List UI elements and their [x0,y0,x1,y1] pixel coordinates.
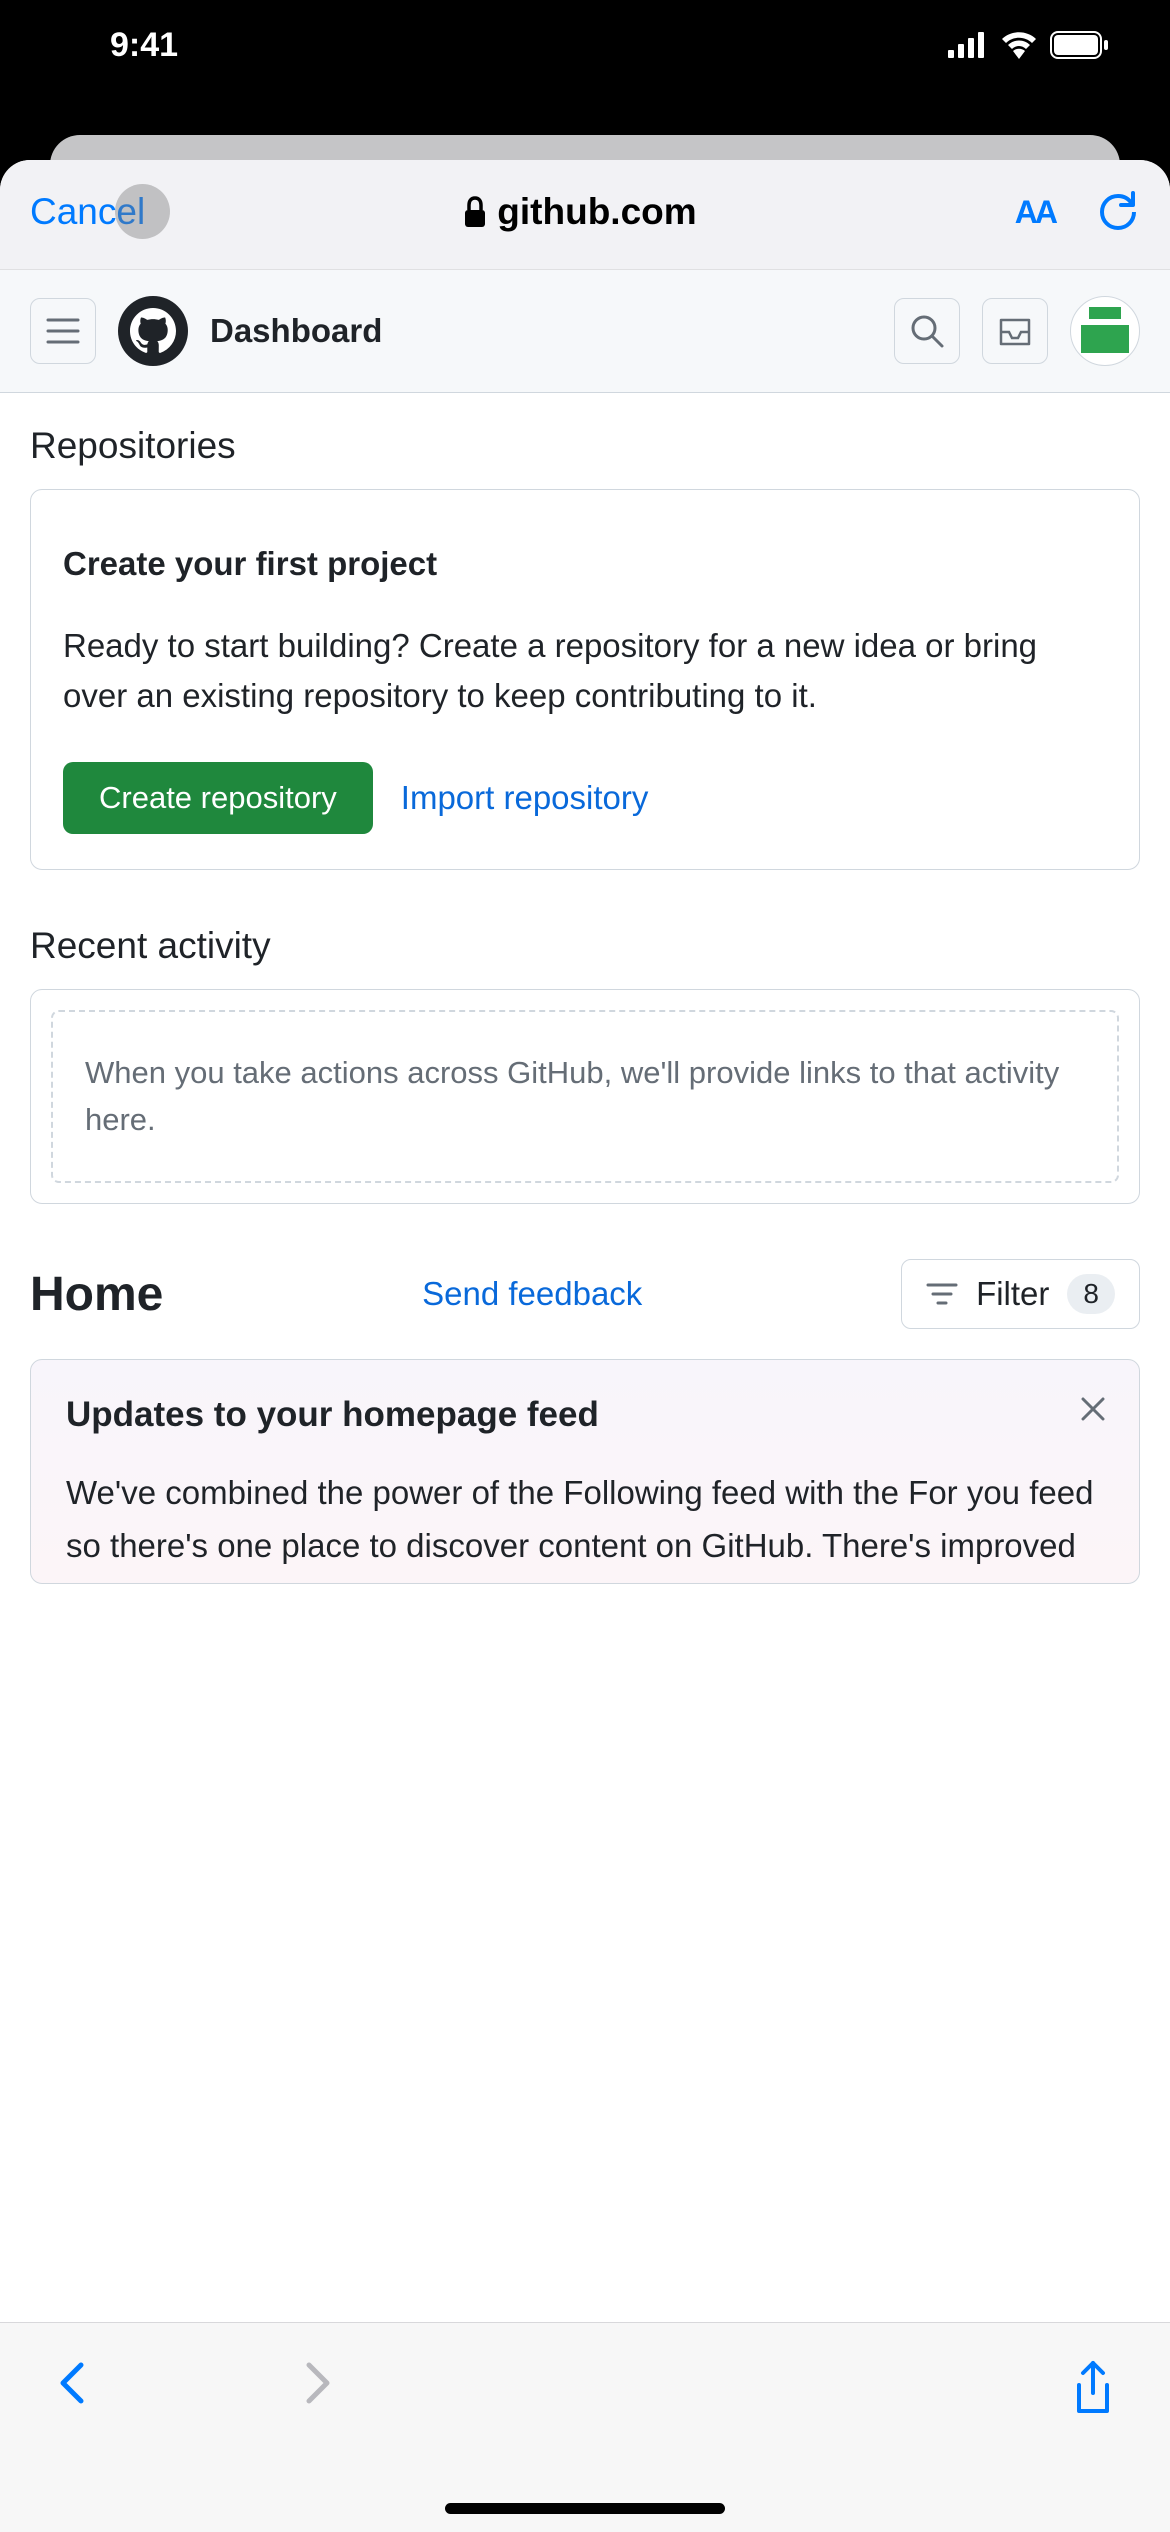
wifi-icon [1000,31,1038,59]
safari-bottom-toolbar [0,2322,1170,2532]
safari-sheet: Cancel github.com AA [0,160,1170,2532]
inbox-icon [997,314,1033,348]
create-repository-button[interactable]: Create repository [63,762,373,834]
github-icon [130,308,176,354]
status-bar: 9:41 [0,0,1170,90]
close-icon [1079,1395,1107,1423]
inbox-button[interactable] [982,298,1048,364]
home-header-row: Home Send feedback Filter 8 [30,1259,1140,1329]
home-heading: Home [30,1267,163,1322]
filter-button[interactable]: Filter 8 [901,1259,1140,1329]
avatar-image [1081,307,1129,355]
filter-label: Filter [976,1275,1049,1313]
card-actions: Create repository Import repository [63,762,1107,834]
menu-button[interactable] [30,298,96,364]
main-content: Repositories Create your first project R… [0,393,1170,2532]
cellular-icon [948,32,988,58]
first-project-card: Create your first project Ready to start… [30,489,1140,870]
github-header: Dashboard [0,270,1170,393]
battery-icon [1050,31,1110,59]
close-notice-button[interactable] [1079,1395,1107,1428]
search-icon [909,313,945,349]
page-title: Dashboard [210,312,872,350]
send-feedback-link[interactable]: Send feedback [422,1275,642,1313]
refresh-icon[interactable] [1100,190,1140,234]
touch-indicator [115,184,170,239]
notice-body: We've combined the power of the Followin… [66,1467,1104,1573]
forward-button[interactable] [303,2359,335,2407]
back-button[interactable] [55,2359,87,2407]
home-indicator[interactable] [445,2503,725,2514]
filter-count-badge: 8 [1067,1274,1115,1314]
safari-right-controls: AA [1015,190,1140,234]
empty-state-text: When you take actions across GitHub, we'… [85,1050,1085,1143]
notice-title: Updates to your homepage feed [66,1395,1104,1435]
repositories-heading: Repositories [30,425,1140,467]
homepage-updates-notice: Updates to your homepage feed We've comb… [30,1359,1140,1584]
user-avatar[interactable] [1070,296,1140,366]
hamburger-icon [46,318,80,344]
lock-icon [463,196,487,228]
recent-activity-heading: Recent activity [30,925,1140,967]
empty-state: When you take actions across GitHub, we'… [51,1010,1119,1183]
url-area[interactable]: github.com [463,191,696,233]
github-logo[interactable] [118,296,188,366]
card-body: Ready to start building? Create a reposi… [63,621,1107,720]
status-icons [948,31,1110,59]
status-time: 9:41 [110,26,178,65]
cancel-button[interactable]: Cancel [30,191,145,233]
import-repository-link[interactable]: Import repository [401,779,649,817]
search-button[interactable] [894,298,960,364]
filter-icon [926,1282,958,1306]
text-size-button[interactable]: AA [1015,194,1055,231]
share-button[interactable] [1071,2359,1115,2415]
card-title: Create your first project [63,545,1107,583]
url-text: github.com [497,191,696,233]
safari-url-bar: Cancel github.com AA [0,160,1170,270]
recent-activity-card: When you take actions across GitHub, we'… [30,989,1140,1204]
